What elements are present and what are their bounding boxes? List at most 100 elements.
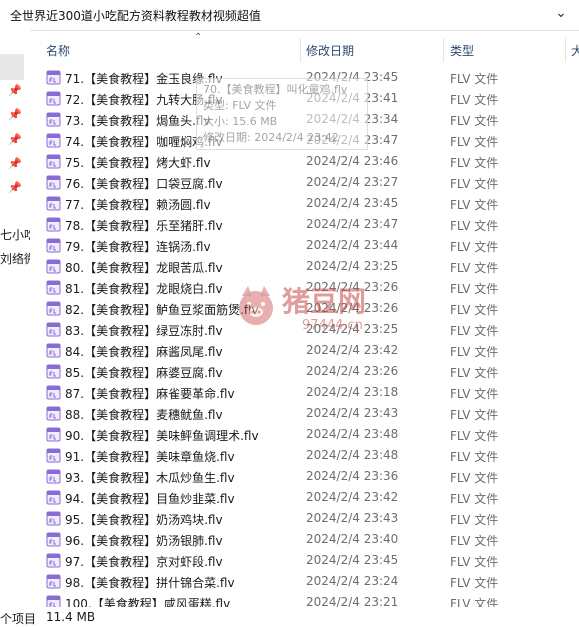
- file-name[interactable]: 84.【美食教程】麻酱凤尾.flv: [65, 343, 223, 360]
- flv-file-icon: [46, 280, 61, 295]
- file-name[interactable]: 81.【美食教程】龙眼烧白.flv: [65, 280, 223, 297]
- file-name[interactable]: 100.【美食教程】咸风蛋糕.flv: [65, 595, 230, 607]
- file-type: FLV 文件: [450, 345, 499, 359]
- file-row[interactable]: 80.【美食教程】龙眼苦瓜.flv 2024/2/4 23:25 FLV 文件: [30, 256, 579, 277]
- tooltip-size: 大小: 15.6 MB: [203, 115, 278, 128]
- file-name[interactable]: 83.【美食教程】绿豆冻肘.flv: [65, 322, 223, 339]
- nav-item-label[interactable]: 刘络微: [0, 250, 30, 267]
- file-name[interactable]: 79.【美食教程】连锅汤.flv: [65, 238, 211, 255]
- pin-icon[interactable]: 📌: [8, 133, 22, 147]
- status-bar: 个项目 11.4 MB: [0, 607, 579, 627]
- column-divider[interactable]: [300, 38, 301, 62]
- file-name[interactable]: 98.【美食教程】拼什锦合菜.flv: [65, 574, 235, 591]
- file-row[interactable]: 79.【美食教程】连锅汤.flv 2024/2/4 23:44 FLV 文件: [30, 235, 579, 256]
- file-type: FLV 文件: [450, 93, 499, 107]
- file-name[interactable]: 93.【美食教程】木瓜炒鱼生.flv: [65, 469, 235, 486]
- nav-item-label[interactable]: 七小吃: [0, 226, 30, 243]
- file-name[interactable]: 73.【美食教程】焗鱼头.flv: [65, 112, 211, 129]
- file-date: 2024/2/4 23:21: [306, 595, 399, 607]
- file-name[interactable]: 88.【美食教程】麦穗鱿鱼.flv: [65, 406, 223, 423]
- file-date: 2024/2/4 23:24: [306, 574, 399, 588]
- file-row[interactable]: 98.【美食教程】拼什锦合菜.flv 2024/2/4 23:24 FLV 文件: [30, 571, 579, 592]
- file-type: FLV 文件: [450, 261, 499, 275]
- watermark-text: 猪豆网: [282, 285, 367, 318]
- file-type: FLV 文件: [450, 450, 499, 464]
- pin-icon[interactable]: 📌: [8, 84, 22, 98]
- file-date: 2024/2/4 23:46: [306, 154, 399, 168]
- watermark-url: 97444.cn: [302, 318, 363, 333]
- column-size[interactable]: 大: [571, 42, 579, 59]
- file-type: FLV 文件: [450, 303, 499, 317]
- flv-file-icon: [46, 196, 61, 211]
- flv-file-icon: [46, 133, 61, 148]
- file-name[interactable]: 76.【美食教程】口袋豆腐.flv: [65, 175, 223, 192]
- file-type: FLV 文件: [450, 366, 499, 380]
- file-date: 2024/2/4 23:43: [306, 511, 399, 525]
- flv-file-icon: [46, 406, 61, 421]
- file-type: FLV 文件: [450, 72, 499, 86]
- file-row[interactable]: 77.【美食教程】赖汤圆.flv 2024/2/4 23:45 FLV 文件: [30, 193, 579, 214]
- status-item-count: 个项目: [0, 612, 37, 626]
- file-row[interactable]: 78.【美食教程】乐至猪肝.flv 2024/2/4 23:47 FLV 文件: [30, 214, 579, 235]
- file-type: FLV 文件: [450, 492, 499, 506]
- file-name[interactable]: 85.【美食教程】麻婆豆腐.flv: [65, 364, 223, 381]
- file-name[interactable]: 97.【美食教程】京对虾段.flv: [65, 553, 223, 570]
- file-date: 2024/2/4 23:42: [306, 490, 399, 504]
- file-type: FLV 文件: [450, 597, 499, 607]
- file-row[interactable]: 75.【美食教程】烤大虾.flv 2024/2/4 23:46 FLV 文件: [30, 151, 579, 172]
- file-row[interactable]: 93.【美食教程】木瓜炒鱼生.flv 2024/2/4 23:36 FLV 文件: [30, 466, 579, 487]
- address-bar[interactable]: 全世界近300道小吃配方资料教程教材视频超值 ⌄: [0, 0, 579, 31]
- file-row[interactable]: 97.【美食教程】京对虾段.flv 2024/2/4 23:45 FLV 文件: [30, 550, 579, 571]
- column-header: ⌃ 名称 修改日期 类型 大: [30, 30, 579, 64]
- file-date: 2024/2/4 23:47: [306, 217, 399, 231]
- file-name[interactable]: 95.【美食教程】奶汤鸡块.flv: [65, 511, 223, 528]
- file-type: FLV 文件: [450, 513, 499, 527]
- file-type: FLV 文件: [450, 324, 499, 338]
- file-type: FLV 文件: [450, 576, 499, 590]
- nav-selected-item[interactable]: [0, 54, 24, 80]
- file-row[interactable]: 88.【美食教程】麦穗鱿鱼.flv 2024/2/4 23:43 FLV 文件: [30, 403, 579, 424]
- column-type[interactable]: 类型: [450, 42, 474, 59]
- chevron-down-icon[interactable]: ⌄: [553, 5, 569, 21]
- file-row[interactable]: 96.【美食教程】奶汤银肺.flv 2024/2/4 23:40 FLV 文件: [30, 529, 579, 550]
- column-name[interactable]: 名称: [46, 42, 70, 59]
- file-name[interactable]: 78.【美食教程】乐至猪肝.flv: [65, 217, 223, 234]
- file-name[interactable]: 77.【美食教程】赖汤圆.flv: [65, 196, 211, 213]
- file-name[interactable]: 90.【美食教程】美味鲆鱼调理术.flv: [65, 427, 259, 444]
- file-name[interactable]: 96.【美食教程】奶汤银肺.flv: [65, 532, 223, 549]
- flv-file-icon: [46, 448, 61, 463]
- file-name[interactable]: 94.【美食教程】目鱼炒韭菜.flv: [65, 490, 235, 507]
- file-type: FLV 文件: [450, 135, 499, 149]
- file-name[interactable]: 82.【美食教程】鲈鱼豆浆面筋煲.flv: [65, 301, 259, 318]
- flv-file-icon: [46, 385, 61, 400]
- file-name[interactable]: 91.【美食教程】美味章鱼烧.flv: [65, 448, 235, 465]
- file-row[interactable]: 85.【美食教程】麻婆豆腐.flv 2024/2/4 23:26 FLV 文件: [30, 361, 579, 382]
- file-row[interactable]: 95.【美食教程】奶汤鸡块.flv 2024/2/4 23:43 FLV 文件: [30, 508, 579, 529]
- file-row[interactable]: 94.【美食教程】目鱼炒韭菜.flv 2024/2/4 23:42 FLV 文件: [30, 487, 579, 508]
- file-type: FLV 文件: [450, 429, 499, 443]
- column-divider[interactable]: [443, 38, 444, 62]
- flv-file-icon: [46, 259, 61, 274]
- pin-icon[interactable]: 📌: [8, 157, 22, 171]
- file-name[interactable]: 87.【美食教程】麻雀要革命.flv: [65, 385, 235, 402]
- file-type: FLV 文件: [450, 534, 499, 548]
- flv-file-icon: [46, 112, 61, 127]
- file-row[interactable]: 87.【美食教程】麻雀要革命.flv 2024/2/4 23:18 FLV 文件: [30, 382, 579, 403]
- tooltip-type: 类型: FLV 文件: [203, 99, 277, 112]
- flv-file-icon: [46, 427, 61, 442]
- file-name[interactable]: 80.【美食教程】龙眼苦瓜.flv: [65, 259, 223, 276]
- flv-file-icon: [46, 175, 61, 190]
- column-divider[interactable]: [565, 38, 566, 62]
- address-path[interactable]: 全世界近300道小吃配方资料教程教材视频超值: [10, 7, 261, 24]
- file-row[interactable]: 90.【美食教程】美味鲆鱼调理术.flv 2024/2/4 23:48 FLV 文件: [30, 424, 579, 445]
- file-row[interactable]: 100.【美食教程】咸风蛋糕.flv 2024/2/4 23:21 FLV 文件: [30, 592, 579, 607]
- file-row[interactable]: 84.【美食教程】麻酱凤尾.flv 2024/2/4 23:42 FLV 文件: [30, 340, 579, 361]
- pin-icon[interactable]: 📌: [8, 181, 22, 195]
- file-row[interactable]: 91.【美食教程】美味章鱼烧.flv 2024/2/4 23:48 FLV 文件: [30, 445, 579, 466]
- flv-file-icon: [46, 364, 61, 379]
- file-name[interactable]: 75.【美食教程】烤大虾.flv: [65, 154, 211, 171]
- watermark: 猪豆网 97444.cn: [232, 280, 382, 342]
- pin-icon[interactable]: 📌: [8, 108, 22, 122]
- column-date[interactable]: 修改日期: [306, 42, 354, 59]
- file-row[interactable]: 76.【美食教程】口袋豆腐.flv 2024/2/4 23:27 FLV 文件: [30, 172, 579, 193]
